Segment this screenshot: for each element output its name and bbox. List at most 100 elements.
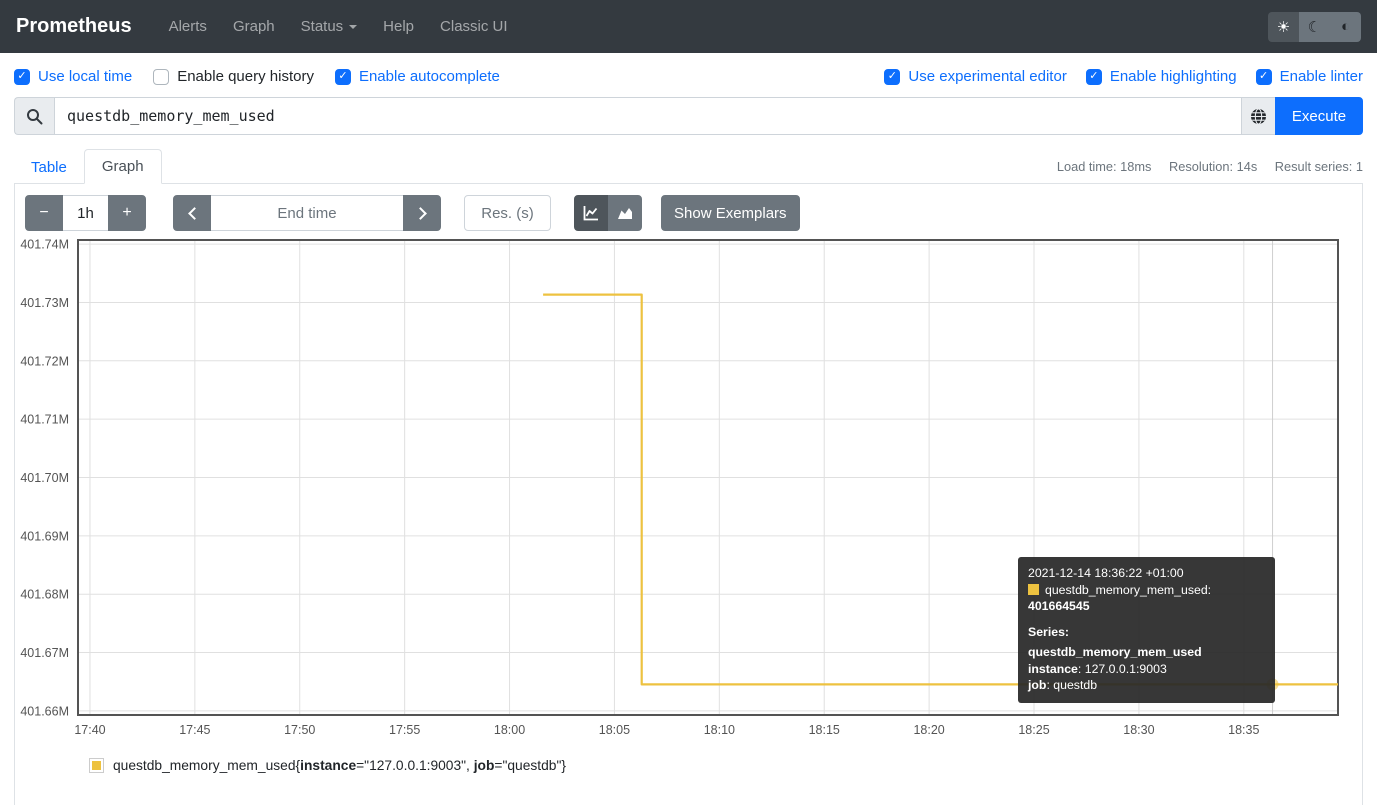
- nav-alerts[interactable]: Alerts: [156, 10, 220, 43]
- check-icon: ✓: [17, 71, 26, 82]
- option-use-experimental-editor[interactable]: ✓ Use experimental editor: [884, 68, 1066, 85]
- option-enable-highlighting[interactable]: ✓ Enable highlighting: [1086, 68, 1237, 85]
- svg-text:18:20: 18:20: [913, 723, 944, 737]
- nav-status-dropdown[interactable]: Status: [288, 10, 371, 43]
- svg-text:401.68M: 401.68M: [20, 588, 69, 602]
- light-theme-button[interactable]: ☀: [1268, 12, 1299, 42]
- option-label[interactable]: Enable query history: [177, 68, 314, 85]
- execute-button[interactable]: Execute: [1275, 97, 1363, 135]
- svg-text:401.73M: 401.73M: [20, 296, 69, 310]
- tooltip-timestamp: 2021-12-14 18:36:22 +01:00: [1028, 565, 1265, 582]
- theme-toggle-group: ☀ ☾ ◐: [1268, 12, 1361, 42]
- svg-text:18:05: 18:05: [599, 723, 630, 737]
- option-label[interactable]: Use local time: [38, 68, 132, 85]
- check-icon: ✓: [338, 71, 347, 82]
- legend-color-swatch: [89, 758, 104, 773]
- line-chart-icon: [583, 205, 599, 221]
- chevron-right-icon: [414, 207, 427, 220]
- svg-text:401.71M: 401.71M: [20, 413, 69, 427]
- graph-panel: − 1h + Show Exemplars 401: [14, 183, 1363, 805]
- svg-text:17:45: 17:45: [179, 723, 210, 737]
- tooltip-value: 401664545: [1028, 599, 1090, 613]
- options-row: ✓ Use local time ✓ Enable query history …: [0, 53, 1377, 97]
- chart-tooltip: 2021-12-14 18:36:22 +01:00 questdb_memor…: [1018, 557, 1275, 703]
- svg-text:18:15: 18:15: [809, 723, 840, 737]
- svg-text:401.74M: 401.74M: [20, 239, 69, 252]
- nav-graph[interactable]: Graph: [220, 10, 288, 43]
- metrics-explorer-button[interactable]: [1242, 97, 1275, 135]
- svg-text:17:40: 17:40: [74, 723, 105, 737]
- checkbox[interactable]: ✓: [153, 69, 169, 85]
- option-label[interactable]: Enable autocomplete: [359, 68, 500, 85]
- svg-text:18:25: 18:25: [1018, 723, 1049, 737]
- tooltip-series-name: questdb_memory_mem_used: [1028, 644, 1265, 661]
- stacked-chart-button[interactable]: [608, 195, 642, 231]
- app-title[interactable]: Prometheus: [16, 15, 132, 38]
- decrease-range-button[interactable]: −: [25, 195, 63, 231]
- checkbox[interactable]: ✓: [14, 69, 30, 85]
- tooltip-job-label: job: questdb: [1028, 677, 1265, 694]
- svg-text:17:55: 17:55: [389, 723, 420, 737]
- chart-area: 401.66M401.67M401.68M401.69M401.70M401.7…: [15, 239, 1362, 744]
- search-addon: [14, 97, 54, 135]
- svg-text:401.72M: 401.72M: [20, 354, 69, 368]
- range-value[interactable]: 1h: [63, 195, 108, 231]
- checkbox[interactable]: ✓: [335, 69, 351, 85]
- option-enable-linter[interactable]: ✓ Enable linter: [1256, 68, 1363, 85]
- options-right-group: ✓ Use experimental editor ✓ Enable highl…: [865, 68, 1363, 85]
- increase-range-button[interactable]: +: [108, 195, 146, 231]
- resolution-input[interactable]: [464, 195, 551, 231]
- option-label[interactable]: Use experimental editor: [908, 68, 1066, 85]
- checkbox[interactable]: ✓: [884, 69, 900, 85]
- show-exemplars-button[interactable]: Show Exemplars: [661, 195, 800, 231]
- query-bar: Execute: [14, 97, 1363, 135]
- sun-icon: ☀: [1277, 18, 1290, 36]
- option-label[interactable]: Enable linter: [1280, 68, 1363, 85]
- svg-text:401.70M: 401.70M: [20, 471, 69, 485]
- load-time: Load time: 18ms: [1057, 159, 1152, 174]
- moon-icon: ☾: [1308, 18, 1321, 36]
- area-chart-icon: [617, 205, 633, 221]
- tab-graph[interactable]: Graph: [84, 149, 162, 184]
- navbar: Prometheus Alerts Graph Status Help Clas…: [0, 0, 1377, 53]
- checkbox[interactable]: ✓: [1256, 69, 1272, 85]
- legend-item[interactable]: questdb_memory_mem_used{instance="127.0.…: [89, 758, 1362, 773]
- chevron-down-icon: [349, 25, 357, 29]
- svg-text:18:35: 18:35: [1228, 723, 1259, 737]
- svg-text:401.67M: 401.67M: [20, 646, 69, 660]
- option-enable-query-history[interactable]: ✓ Enable query history: [153, 68, 314, 85]
- option-label[interactable]: Enable highlighting: [1110, 68, 1237, 85]
- dark-theme-button[interactable]: ☾: [1299, 12, 1330, 42]
- option-use-local-time[interactable]: ✓ Use local time: [14, 68, 132, 85]
- auto-theme-button[interactable]: ◐: [1330, 12, 1361, 42]
- range-control: − 1h +: [25, 195, 146, 231]
- search-icon: [26, 108, 43, 125]
- time-back-button[interactable]: [173, 195, 211, 231]
- option-enable-autocomplete[interactable]: ✓ Enable autocomplete: [335, 68, 500, 85]
- tooltip-value-line: questdb_memory_mem_used: 401664545: [1028, 582, 1265, 615]
- svg-text:17:50: 17:50: [284, 723, 315, 737]
- globe-icon: [1250, 108, 1267, 125]
- end-time-input[interactable]: [211, 195, 403, 231]
- tooltip-instance-label: instance: 127.0.0.1:9003: [1028, 661, 1265, 678]
- tab-table[interactable]: Table: [14, 151, 84, 184]
- legend-label: questdb_memory_mem_used{instance="127.0.…: [113, 758, 566, 773]
- tabs-row: Table Graph Load time: 18ms Resolution: …: [14, 149, 1363, 183]
- series-color-swatch: [1028, 584, 1039, 595]
- query-input[interactable]: [54, 97, 1242, 135]
- result-series: Result series: 1: [1275, 159, 1363, 174]
- checkbox[interactable]: ✓: [1086, 69, 1102, 85]
- chevron-left-icon: [188, 207, 201, 220]
- svg-text:401.66M: 401.66M: [20, 704, 69, 718]
- end-time-control: [173, 195, 441, 231]
- line-chart-button[interactable]: [574, 195, 608, 231]
- tooltip-series-heading: Series:: [1028, 624, 1265, 641]
- resolution: Resolution: 14s: [1169, 159, 1257, 174]
- check-icon: ✓: [1259, 71, 1268, 82]
- query-stats: Load time: 18ms Resolution: 14s Result s…: [1043, 159, 1363, 183]
- check-icon: ✓: [888, 71, 897, 82]
- time-forward-button[interactable]: [403, 195, 441, 231]
- nav-classic-ui[interactable]: Classic UI: [427, 10, 521, 43]
- nav-help[interactable]: Help: [370, 10, 427, 43]
- svg-text:18:10: 18:10: [704, 723, 735, 737]
